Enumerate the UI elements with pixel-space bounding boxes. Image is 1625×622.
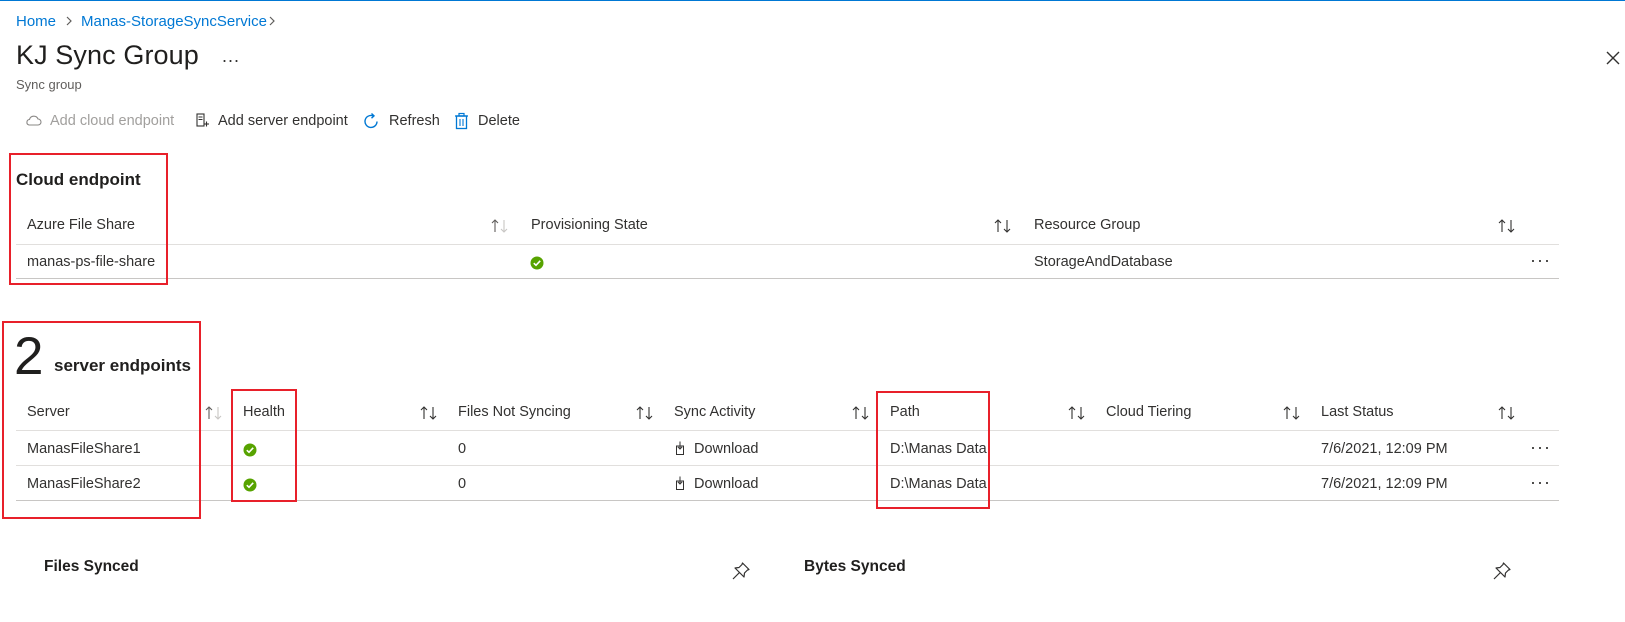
sort-icon[interactable]	[1497, 218, 1517, 234]
breadcrumb-storage-sync-service[interactable]: Manas-StorageSyncService	[81, 13, 267, 30]
sort-icon[interactable]	[419, 405, 439, 421]
more-icon[interactable]: ···	[1530, 473, 1551, 491]
bytes-synced-tile-title: Bytes Synced	[804, 558, 906, 575]
add-cloud-endpoint-button[interactable]: Add cloud endpoint	[25, 110, 174, 132]
highlight-health-column	[231, 389, 297, 502]
download-icon	[676, 441, 684, 455]
cell-sync-activity: Download	[694, 441, 759, 457]
column-header-files-not-syncing[interactable]: Files Not Syncing	[458, 404, 571, 420]
add-server-endpoint-button[interactable]: Add server endpoint	[195, 110, 348, 132]
pin-icon[interactable]	[1492, 561, 1512, 581]
cloud-icon	[26, 115, 42, 126]
column-header-sync-activity[interactable]: Sync Activity	[674, 404, 755, 420]
cell-sync-activity: Download	[694, 476, 759, 492]
top-accent-line	[0, 0, 1625, 1]
add-cloud-endpoint-label: Add cloud endpoint	[50, 113, 175, 129]
refresh-button[interactable]: Refresh	[362, 110, 440, 132]
cell-last-status: 7/6/2021, 12:09 PM	[1321, 441, 1448, 457]
more-icon[interactable]: ...	[222, 46, 240, 67]
pin-icon[interactable]	[731, 561, 751, 581]
cell-last-status: 7/6/2021, 12:09 PM	[1321, 476, 1448, 492]
highlight-path-column	[876, 391, 990, 509]
more-icon[interactable]: ···	[1530, 251, 1551, 269]
row-divider	[16, 278, 1559, 279]
column-header-cloud-tiering[interactable]: Cloud Tiering	[1106, 404, 1191, 420]
delete-label: Delete	[478, 113, 520, 129]
sort-icon[interactable]	[1282, 405, 1302, 421]
download-icon	[676, 476, 684, 490]
sort-icon[interactable]	[635, 405, 655, 421]
highlight-server-column	[2, 321, 201, 519]
sort-icon[interactable]	[1497, 405, 1517, 421]
breadcrumb-home[interactable]: Home	[16, 13, 56, 30]
column-header-last-status[interactable]: Last Status	[1321, 404, 1394, 420]
chevron-right-icon	[66, 16, 72, 26]
refresh-icon	[364, 112, 378, 128]
cell-files-not-syncing: 0	[458, 441, 467, 457]
column-header-resource-group[interactable]: Resource Group	[1034, 217, 1140, 233]
cell-files-not-syncing: 0	[458, 476, 467, 492]
highlight-cloud-endpoint	[9, 153, 168, 285]
files-synced-tile-title: Files Synced	[44, 558, 139, 575]
delete-button[interactable]: Delete	[453, 110, 520, 132]
sort-icon[interactable]	[490, 218, 510, 234]
chevron-right-icon	[269, 16, 275, 26]
row-divider	[16, 244, 1559, 245]
sort-icon[interactable]	[993, 218, 1013, 234]
close-icon[interactable]	[1605, 50, 1621, 66]
add-server-endpoint-label: Add server endpoint	[218, 113, 348, 129]
refresh-label: Refresh	[389, 113, 440, 129]
cell-resource-group: StorageAndDatabase	[1034, 254, 1173, 270]
page-subtitle: Sync group	[16, 77, 82, 92]
sort-icon[interactable]	[204, 405, 224, 421]
delete-icon	[455, 112, 468, 130]
success-icon	[530, 256, 544, 270]
sort-icon[interactable]	[1067, 405, 1087, 421]
page-title: KJ Sync Group	[16, 40, 199, 70]
sort-icon[interactable]	[851, 405, 871, 421]
server-icon	[196, 113, 209, 127]
column-header-provisioning-state[interactable]: Provisioning State	[531, 217, 648, 233]
more-icon[interactable]: ···	[1530, 438, 1551, 456]
